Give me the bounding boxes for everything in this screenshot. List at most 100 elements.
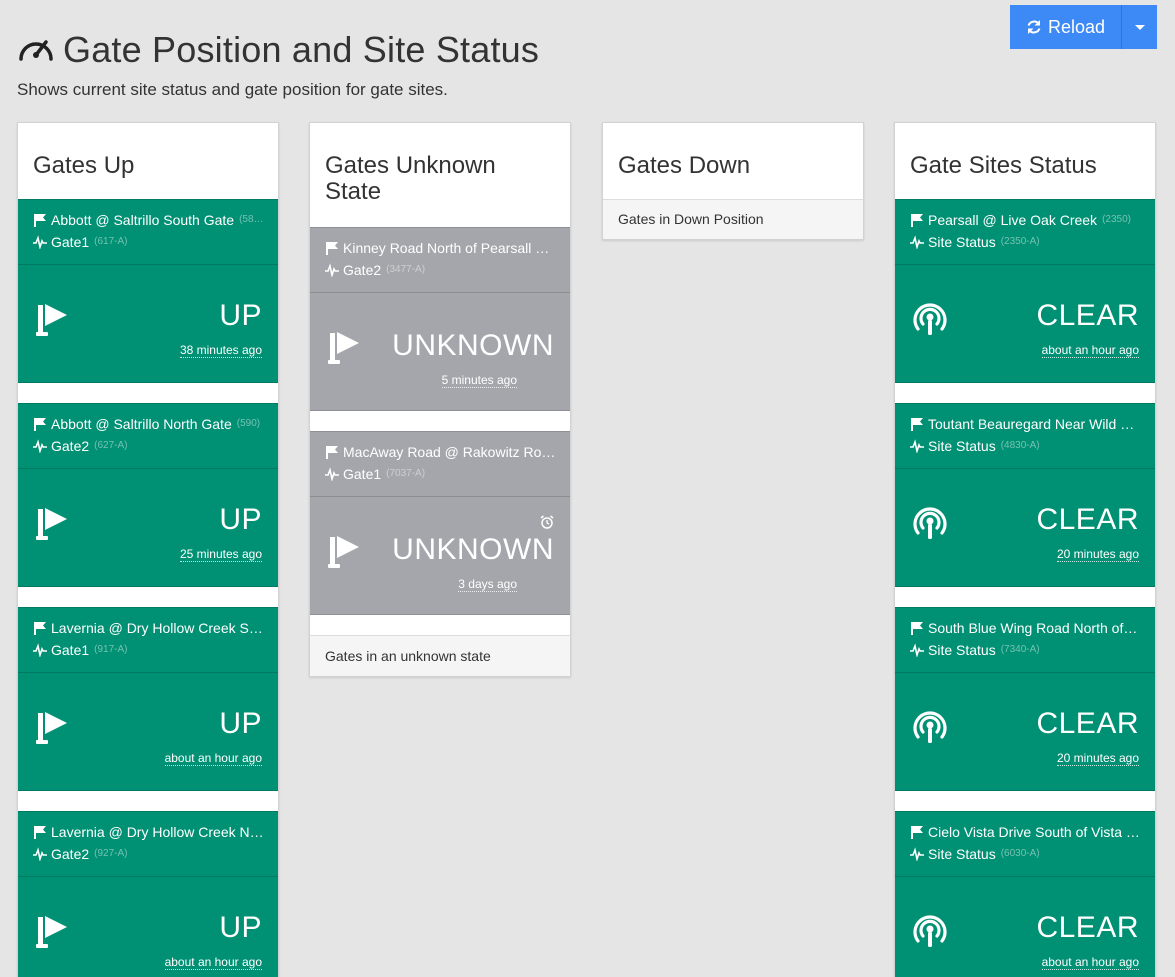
tile-point-name: Gate1 — [51, 234, 90, 250]
tile-point-line: Gate2 (627-A) — [33, 435, 264, 457]
reload-dropdown-toggle[interactable] — [1122, 5, 1157, 49]
broadcast-icon — [913, 915, 947, 947]
tile-time: about an hour ago — [164, 751, 262, 766]
tile-point-name: Site Status — [928, 846, 996, 862]
tile-point-code: (927-A) — [94, 848, 128, 859]
tile-site-name: Abbott @ Saltrillo North Gate — [51, 416, 232, 432]
reload-button[interactable]: Reload — [1010, 5, 1122, 49]
tile-site-line: MacAway Road @ Rakowitz Roa… — [325, 441, 556, 463]
site-status-tile[interactable]: Pearsall @ Live Oak Creek (2350) Site Sta… — [895, 199, 1155, 383]
gates-down-header: Gates Down — [603, 123, 863, 199]
site-status-title: Gate Sites Status — [910, 152, 1097, 179]
tile-body: UNKNOWN 3 days ago — [310, 497, 570, 614]
tile-status: CLEAR — [1036, 911, 1139, 944]
pulse-icon — [33, 235, 47, 249]
gate-up-tile[interactable]: Abbott @ Saltrillo North Gate (590) Gate2… — [18, 403, 278, 587]
gates-up-list: Abbott @ Saltrillo South Gate (58… Gate1 (… — [18, 199, 278, 977]
tile-site-name: Abbott @ Saltrillo South Gate — [51, 212, 235, 228]
site-status-tile[interactable]: Toutant Beauregard Near Wild S… Site Sta… — [895, 403, 1155, 587]
page-header: Gate Position and Site Status Shows curr… — [17, 28, 539, 100]
tile-point-name: Gate2 — [51, 846, 90, 862]
site-status-header: Gate Sites Status — [895, 123, 1155, 199]
flag-icon — [911, 214, 923, 227]
tile-body: UP 38 minutes ago — [18, 265, 278, 382]
gate-up-tile[interactable]: Lavernia @ Dry Hollow Creek No… Gate2 (92… — [18, 811, 278, 977]
tile-status: UP — [219, 503, 262, 536]
tile-site-code: (590) — [236, 418, 261, 429]
tile-point-line: Gate1 (617-A) — [33, 231, 264, 253]
tile-body: UP about an hour ago — [18, 673, 278, 790]
tile-point-code: (6030-A) — [1000, 848, 1040, 859]
tile-site-name: Kinney Road North of Pearsall G… — [343, 240, 556, 256]
caret-down-icon — [1134, 24, 1145, 30]
tile-site-line: Pearsall @ Live Oak Creek (2350) — [910, 209, 1141, 231]
tile-point-line: Site Status (6030-A) — [910, 843, 1141, 865]
tile-header: South Blue Wing Road North of … Site Sta… — [895, 608, 1155, 673]
tile-point-code: (2350-A) — [1000, 236, 1040, 247]
tile-point-name: Gate1 — [51, 642, 90, 658]
tile-site-code: (2350) — [1102, 214, 1131, 225]
tile-time: about an hour ago — [1041, 343, 1139, 358]
tile-status: UP — [219, 299, 262, 332]
tile-site-name: Toutant Beauregard Near Wild S… — [928, 416, 1141, 432]
gates-unknown-panel: Gates Unknown State Kinney Road North of… — [309, 122, 571, 677]
tile-site-name: MacAway Road @ Rakowitz Roa… — [343, 444, 556, 460]
tile-site-name: Pearsall @ Live Oak Creek — [928, 212, 1098, 228]
tile-time: 20 minutes ago — [1056, 547, 1139, 562]
site-status-tile[interactable]: Cielo Vista Drive South of Vista … Site … — [895, 811, 1155, 977]
gate-unknown-tile[interactable]: MacAway Road @ Rakowitz Roa… Gate1 (7037-… — [310, 431, 570, 615]
tile-point-name: Gate1 — [343, 466, 382, 482]
refresh-icon — [1027, 20, 1041, 34]
tile-site-code: (58… — [239, 214, 264, 225]
flag-icon — [34, 214, 46, 227]
pulse-icon — [325, 263, 339, 277]
tile-site-line: Kinney Road North of Pearsall G… — [325, 237, 556, 259]
gate-flag-icon — [328, 332, 359, 364]
tile-point-name: Gate2 — [343, 262, 382, 278]
pulse-icon — [33, 439, 47, 453]
tile-status: UP — [219, 911, 262, 944]
tile-header: Kinney Road North of Pearsall G… Gate2 (3… — [310, 228, 570, 293]
tile-point-code: (617-A) — [94, 236, 128, 247]
pulse-icon — [33, 847, 47, 861]
tile-point-name: Gate2 — [51, 438, 90, 454]
tile-point-line: Gate2 (3477-A) — [325, 259, 556, 281]
gate-flag-icon — [36, 304, 67, 336]
tile-body: UNKNOWN 5 minutes ago — [310, 293, 570, 410]
tile-point-line: Gate2 (927-A) — [33, 843, 264, 865]
tile-status: UP — [219, 707, 262, 740]
tile-time: 3 days ago — [458, 577, 517, 592]
gates-down-panel: Gates Down Gates in Down Position — [602, 122, 864, 240]
tile-site-name: Lavernia @ Dry Hollow Creek So… — [51, 620, 264, 636]
gate-unknown-tile[interactable]: Kinney Road North of Pearsall G… Gate2 (3… — [310, 227, 570, 411]
gates-unknown-footer: Gates in an unknown state — [310, 635, 570, 676]
gates-down-footer: Gates in Down Position — [603, 199, 863, 239]
tile-body: UP about an hour ago — [18, 877, 278, 977]
tile-point-line: Site Status (7340-A) — [910, 639, 1141, 661]
gate-up-tile[interactable]: Abbott @ Saltrillo South Gate (58… Gate1 (… — [18, 199, 278, 383]
tile-body: UP 25 minutes ago — [18, 469, 278, 586]
tile-header: Toutant Beauregard Near Wild S… Site Sta… — [895, 404, 1155, 469]
flag-icon — [34, 826, 46, 839]
gate-flag-icon — [36, 508, 67, 540]
tile-status: CLEAR — [1036, 503, 1139, 536]
tile-point-line: Gate1 (917-A) — [33, 639, 264, 661]
tile-header: Abbott @ Saltrillo South Gate (58… Gate1 (… — [18, 200, 278, 265]
gates-down-title: Gates Down — [618, 152, 751, 179]
tile-point-code: (4830-A) — [1000, 440, 1040, 451]
site-status-tile[interactable]: South Blue Wing Road North of … Site Sta… — [895, 607, 1155, 791]
tile-site-name: Cielo Vista Drive South of Vista … — [928, 824, 1140, 840]
gate-up-tile[interactable]: Lavernia @ Dry Hollow Creek So… Gate1 (91… — [18, 607, 278, 791]
tile-point-name: Site Status — [928, 438, 996, 454]
broadcast-icon — [913, 507, 947, 539]
gates-up-panel: Gates Up Abbott @ Saltrillo South Gate (5… — [17, 122, 279, 977]
broadcast-icon — [913, 711, 947, 743]
tile-body: CLEAR 20 minutes ago — [895, 673, 1155, 790]
gates-up-header: Gates Up — [18, 123, 278, 199]
gate-flag-icon — [328, 536, 359, 568]
tile-time: about an hour ago — [164, 955, 262, 970]
tile-point-code: (7037-A) — [386, 468, 426, 479]
tile-time: 25 minutes ago — [179, 547, 262, 562]
tile-point-line: Site Status (2350-A) — [910, 231, 1141, 253]
tile-site-line: Cielo Vista Drive South of Vista … — [910, 821, 1141, 843]
